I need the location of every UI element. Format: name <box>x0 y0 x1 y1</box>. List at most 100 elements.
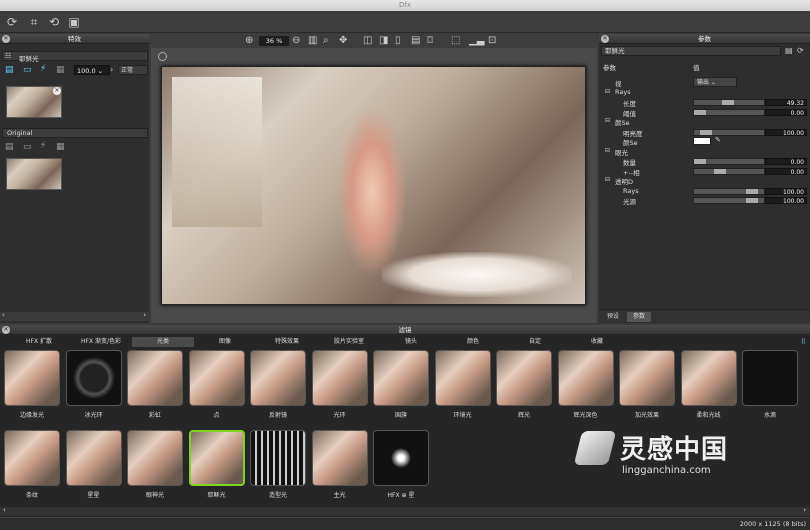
monitor-icon[interactable]: ▭ <box>23 142 32 152</box>
fit-icon[interactable]: ▥ <box>308 35 317 46</box>
param-value[interactable]: 100.00 <box>765 128 807 137</box>
param-value[interactable]: 100.00 <box>765 197 807 205</box>
scroll-right-icon[interactable]: › <box>143 311 146 319</box>
side-by-side-icon[interactable]: ◨ <box>379 35 388 46</box>
refresh-icon[interactable]: ⟳ <box>4 14 20 30</box>
filter-thumbnail[interactable] <box>311 430 368 486</box>
filters-scrollbar[interactable]: ‹ › <box>0 506 810 516</box>
filter-tab[interactable]: 自定 <box>504 337 566 347</box>
param-slider[interactable] <box>693 128 765 136</box>
slider-knob[interactable] <box>746 188 758 194</box>
layer-icon[interactable]: ▤ <box>5 65 14 75</box>
opacity-input[interactable]: 100.0 ⌄ <box>74 65 110 75</box>
param-value[interactable]: 49.32 <box>765 99 807 107</box>
param-value[interactable]: 0.00 <box>765 158 807 166</box>
scroll-left-icon[interactable]: ‹ <box>2 311 5 319</box>
slider-knob[interactable] <box>694 159 706 164</box>
param-value[interactable]: 0.00 <box>765 108 807 117</box>
original-thumbnail[interactable] <box>6 158 62 190</box>
filter-thumbnail[interactable] <box>127 430 183 486</box>
filter-tab[interactable]: HFX 渐变/色彩 <box>70 337 132 347</box>
filter-tab[interactable]: 收藏 <box>566 337 628 347</box>
scroll-right-icon[interactable]: › <box>803 506 806 514</box>
filter-thumbnail[interactable] <box>65 430 122 486</box>
filter-tab[interactable]: 颜色 <box>442 337 504 347</box>
filter-thumbnail[interactable] <box>250 350 306 406</box>
lightning-icon[interactable]: ⚡ <box>40 141 46 151</box>
slider-knob[interactable] <box>700 129 712 135</box>
collapse-icon[interactable]: ⊟ <box>605 176 610 183</box>
filter-thumbnail[interactable] <box>434 350 491 406</box>
param-slider[interactable] <box>693 167 765 175</box>
filter-tab[interactable]: HFX 扩散 <box>8 337 70 347</box>
filter-thumbnail[interactable] <box>373 350 429 406</box>
filter-thumbnail[interactable] <box>619 350 675 406</box>
preview-image[interactable] <box>161 66 586 305</box>
camera-icon[interactable]: ⌼ <box>427 35 433 46</box>
param-slider[interactable] <box>693 187 765 195</box>
mask-icon[interactable]: ▦ <box>56 65 65 75</box>
zoom-in-icon[interactable]: ⊕ <box>245 35 253 46</box>
chevron-right-icon[interactable]: › <box>110 65 113 74</box>
filter-tab[interactable]: 胶片实验室 <box>318 337 380 347</box>
filter-thumbnail[interactable] <box>557 350 614 406</box>
zoom-out-icon[interactable]: ⊖ <box>292 35 300 46</box>
original-row[interactable]: Original <box>2 128 148 138</box>
mask-icon[interactable]: ▦ <box>56 142 65 152</box>
filter-thumbnail[interactable] <box>188 350 245 406</box>
lightning-icon[interactable]: ⚡ <box>40 64 46 74</box>
param-slider[interactable] <box>693 197 765 204</box>
mask-view-icon[interactable]: ⬚ <box>451 35 460 46</box>
scroll-left-icon[interactable]: ‹ <box>3 506 6 514</box>
split-view-icon[interactable]: ◫ <box>363 35 372 46</box>
filter-thumbnail[interactable] <box>65 350 122 406</box>
reset-icon[interactable]: ⟳ <box>797 46 804 55</box>
magnifier-icon[interactable]: ⌕ <box>323 35 329 46</box>
close-icon[interactable]: ✕ <box>2 35 10 43</box>
eyedropper-icon[interactable]: ✎ <box>715 136 721 144</box>
preview-option-icon[interactable] <box>158 52 167 61</box>
effect-name-row[interactable]: ☷ 耶稣光 <box>2 51 148 63</box>
slider-knob[interactable] <box>694 109 706 115</box>
param-slider[interactable] <box>693 108 765 116</box>
compare-icon[interactable]: ▤ <box>411 35 420 46</box>
slider-knob[interactable] <box>722 100 734 105</box>
filter-thumbnail[interactable] <box>742 350 798 406</box>
grid-view-icon[interactable]: ⠿ <box>801 338 806 346</box>
zoom-level[interactable]: 36 % <box>259 36 289 46</box>
filter-thumbnail[interactable] <box>373 430 429 486</box>
rotate-icon[interactable]: ⟲ <box>46 14 62 30</box>
slider-knob[interactable] <box>714 168 726 174</box>
filter-tab[interactable]: 图像 <box>194 337 256 347</box>
filter-tab[interactable]: 特殊效果 <box>256 337 318 347</box>
single-view-icon[interactable]: ▯ <box>395 35 401 46</box>
blend-mode-select[interactable]: 正常 <box>118 65 148 75</box>
filter-thumbnail[interactable] <box>188 430 245 486</box>
left-scrollbar[interactable]: ‹ › <box>0 311 149 321</box>
param-value[interactable]: 0.00 <box>765 167 807 176</box>
close-icon[interactable]: ✕ <box>601 35 609 43</box>
color-swatch[interactable] <box>693 137 711 145</box>
collapse-icon[interactable]: ⊟ <box>605 88 610 95</box>
loupe-icon[interactable]: ⊡ <box>488 35 496 46</box>
collapse-icon[interactable]: ⊟ <box>605 147 610 154</box>
param-slider[interactable] <box>693 158 765 165</box>
param-slider[interactable] <box>693 99 765 106</box>
filter-thumbnail[interactable] <box>250 430 306 486</box>
param-value[interactable]: 100.00 <box>765 187 807 196</box>
slider-knob[interactable] <box>746 198 758 203</box>
filter-tab[interactable]: 镜头 <box>380 337 442 347</box>
layer-icon[interactable]: ▤ <box>5 142 14 152</box>
tab-params[interactable]: 参数 <box>627 312 651 322</box>
filter-thumbnail[interactable] <box>496 350 552 406</box>
filter-thumbnail[interactable] <box>4 350 60 406</box>
tab-presets[interactable]: 预设 <box>601 312 625 322</box>
close-icon[interactable]: ✕ <box>2 326 10 334</box>
filter-thumbnail[interactable] <box>4 430 60 486</box>
filter-thumbnail[interactable] <box>680 350 737 406</box>
collapse-icon[interactable]: ⊟ <box>605 117 610 124</box>
filter-tab[interactable]: 光类 <box>132 337 194 347</box>
crop-icon[interactable]: ⌗ <box>26 14 42 30</box>
document-icon[interactable]: ▤ <box>785 46 793 55</box>
filter-thumbnail[interactable] <box>311 350 368 406</box>
